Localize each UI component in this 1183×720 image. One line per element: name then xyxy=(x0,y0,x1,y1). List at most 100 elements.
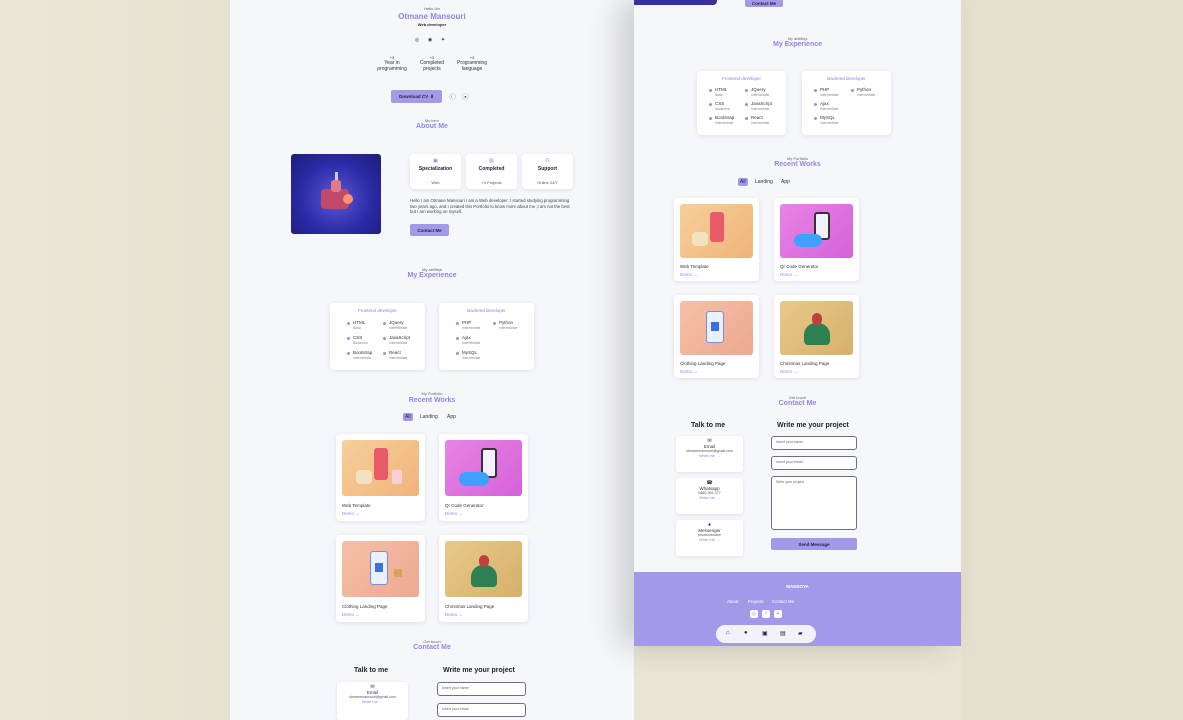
skill-level: Intermediate xyxy=(857,92,876,97)
skill-name: Ajax xyxy=(820,101,829,106)
work-title: Qr Code Generator xyxy=(445,503,484,508)
write-me-link[interactable]: Write me → xyxy=(337,699,408,704)
skill-python: Python Intermediate xyxy=(851,87,876,97)
skill-jquery: JQuery Intermediate xyxy=(745,87,769,97)
tab-app[interactable]: App xyxy=(445,413,458,421)
work-card-qr[interactable]: Qr Code Generator Demo → xyxy=(774,198,859,281)
twitter-icon[interactable]: ✦ xyxy=(439,36,447,44)
work-thumb-qr xyxy=(780,204,853,258)
moon-icon[interactable]: ☾ xyxy=(449,93,456,100)
facebook-icon[interactable]: f xyxy=(762,610,770,618)
tab-all[interactable]: All xyxy=(738,178,748,186)
work-card-christmas[interactable]: Christmas Landing Page Demo → xyxy=(439,535,528,622)
backend-card-right: Backend developer PHP Intermediate Python… xyxy=(802,71,891,135)
skill-level: Intermediate xyxy=(389,340,408,345)
work-card-clothing[interactable]: Clothing Landing Page Demo → xyxy=(674,295,759,378)
tab-app[interactable]: App xyxy=(779,178,792,186)
about-card-support: ☊ Support Online 24/7 xyxy=(522,154,573,189)
bottom-nav: ⌂ ● ▣ ▤ ▰ xyxy=(716,625,816,643)
works-title: Recent Works xyxy=(408,397,456,404)
about-contact-button[interactable]: Contact Me xyxy=(410,224,449,236)
skill-name: PHP xyxy=(820,87,830,92)
specialization-value: Web xyxy=(431,180,440,185)
skill-level: Intermediate xyxy=(353,355,372,360)
demo-link[interactable]: Demo → xyxy=(342,612,360,617)
skill-level: Intermediate xyxy=(462,340,481,345)
skill-bootstrap: Bootstrap Intermediate xyxy=(709,115,734,125)
footer-link-projects[interactable]: Projects xyxy=(748,599,764,604)
skill-level: Basic xyxy=(715,92,724,97)
hero-name: Otmane Mansouri xyxy=(398,12,466,21)
instagram-icon[interactable]: ◎ xyxy=(413,36,421,44)
demo-link[interactable]: Demo → xyxy=(445,511,463,516)
backend-title: Backend developer xyxy=(467,308,506,313)
works-subtitle: My Portfolio xyxy=(421,391,443,396)
skill-level: Intermediate xyxy=(462,355,481,360)
talk-to-me-title: Talk to me xyxy=(354,667,389,674)
github-icon[interactable]: ◉ xyxy=(426,36,434,44)
frontend-title: Frontend developer xyxy=(357,308,398,313)
download-icon: ⬇ xyxy=(430,93,434,99)
work-thumb-christmas xyxy=(780,301,853,355)
contact-whatsapp-box: ☎ Whatsapp 0680-991-377 Write me → xyxy=(676,478,743,514)
palette-icon[interactable]: ● xyxy=(462,93,469,100)
download-cv-button[interactable]: Download CV ⬇ xyxy=(391,90,442,103)
specialization-icon: ▣ xyxy=(433,158,438,164)
work-card-qr[interactable]: Qr Code Generator Demo → xyxy=(439,434,528,521)
message-icon[interactable]: ▰ xyxy=(798,630,803,637)
portfolio-page-left: Hello I'm Otmane Mansouri Web developer … xyxy=(230,0,634,720)
hero-role: Web developer xyxy=(417,22,447,27)
work-card-web-template[interactable]: Web Template Demo → xyxy=(674,198,759,281)
briefcase-icon[interactable]: ▣ xyxy=(762,630,768,637)
skill-php: PHP Intermediate xyxy=(456,320,480,330)
twitter-icon[interactable]: ✦ xyxy=(774,610,782,618)
tab-all[interactable]: All xyxy=(403,413,413,421)
instagram-icon[interactable]: ◎ xyxy=(750,610,758,618)
hero-greeting: Hello I'm xyxy=(424,6,440,11)
demo-link[interactable]: Demo → xyxy=(780,369,798,374)
image-icon[interactable]: ▤ xyxy=(780,630,786,637)
demo-link[interactable]: Demo → xyxy=(780,272,798,277)
demo-link[interactable]: Demo → xyxy=(342,511,360,516)
tab-landing[interactable]: Landing xyxy=(753,178,775,186)
work-card-web-template[interactable]: Web Template Demo → xyxy=(336,434,425,521)
stat-languages-label: Programming language xyxy=(456,60,487,72)
demo-link[interactable]: Demo → xyxy=(445,612,463,617)
skill-name: MySQL xyxy=(820,115,836,120)
completed-title: Completed xyxy=(478,166,505,172)
contact-me-button-top[interactable]: Contact Me xyxy=(745,0,783,7)
experience-title-right: My Experience xyxy=(772,41,823,48)
name-input[interactable]: Insert your name xyxy=(437,682,526,696)
demo-link[interactable]: Demo → xyxy=(680,272,698,277)
skill-level: Intermediate xyxy=(820,92,839,97)
send-message-button[interactable]: Send Message xyxy=(771,538,857,550)
write-me-link[interactable]: Write me → xyxy=(676,495,743,500)
user-icon[interactable]: ● xyxy=(744,630,748,636)
briefcase-icon: ▤ xyxy=(489,158,494,164)
contact-email-box: ✉ Email otmanemansouri@gmail.com Write m… xyxy=(676,436,743,472)
headset-icon: ☊ xyxy=(545,158,550,164)
email-input[interactable]: Insert your email xyxy=(437,703,526,717)
work-card-christmas[interactable]: Christmas Landing Page Demo → xyxy=(774,295,859,378)
work-title: Qr Code Generator xyxy=(780,264,819,269)
work-thumb-qr xyxy=(445,440,522,496)
backend-card: Backend developer PHP Intermediate Python… xyxy=(439,303,534,370)
footer-link-about[interactable]: About xyxy=(727,599,738,604)
tab-landing[interactable]: Landing xyxy=(418,413,440,421)
skill-level: Intermediate xyxy=(389,325,408,330)
skill-level: Basic xyxy=(353,325,362,330)
project-textarea[interactable]: Write your project xyxy=(771,476,857,530)
demo-link[interactable]: Demo → xyxy=(680,369,698,374)
name-input[interactable]: Insert your name xyxy=(771,436,857,450)
write-me-link[interactable]: Write me → xyxy=(676,453,743,458)
skill-name: CSS xyxy=(715,101,725,106)
skill-javascript: JavaScript Intermediate xyxy=(383,335,410,345)
footer-link-contact[interactable]: Contact Me xyxy=(772,599,794,604)
work-card-clothing[interactable]: Clothing Landing Page Demo → xyxy=(336,535,425,622)
write-me-link[interactable]: Write me → xyxy=(676,537,743,542)
home-icon[interactable]: ⌂ xyxy=(726,630,730,636)
work-title: Clothing Landing Page xyxy=(680,361,726,366)
support-value: Online 24/7 xyxy=(537,180,558,185)
work-title: Web Template xyxy=(680,264,709,269)
email-input[interactable]: Insert your email xyxy=(771,456,857,470)
